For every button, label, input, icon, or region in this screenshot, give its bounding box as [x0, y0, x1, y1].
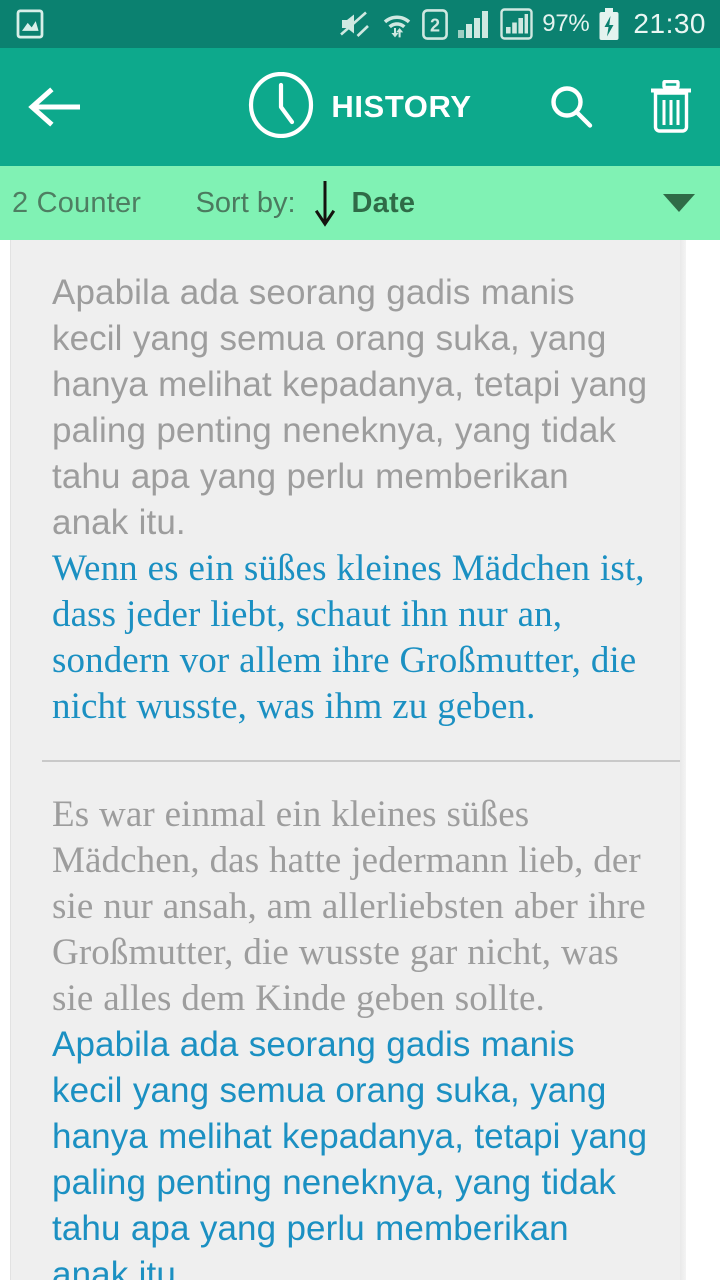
- mute-icon: [338, 9, 372, 39]
- battery-charging-icon: [598, 7, 620, 41]
- translated-text: Wenn es ein süßes kleines Mädchen ist, d…: [52, 548, 645, 727]
- back-button[interactable]: [26, 87, 90, 127]
- arrow-down-icon: [312, 179, 338, 227]
- sort-bar: 2 Counter Sort by: Date: [0, 166, 720, 240]
- translated-text: Apabila ada seorang gadis manis kecil ya…: [52, 1025, 648, 1280]
- clock-icon: [248, 71, 314, 143]
- history-list-surface: Apabila ada seorang gadis manis kecil ya…: [10, 240, 686, 1280]
- battery-percent-label: 97%: [542, 10, 590, 37]
- chevron-down-icon: [663, 194, 695, 212]
- back-arrow-icon: [28, 87, 80, 127]
- source-text: Apabila ada seorang gadis manis kecil ya…: [52, 273, 648, 542]
- sim2-icon: 2: [422, 8, 449, 40]
- page-title: HISTORY: [331, 89, 472, 124]
- list-scroll-edge: [680, 240, 686, 1280]
- sort-by-label: Sort by:: [195, 186, 296, 219]
- signal-bars-icon: [457, 9, 491, 39]
- sort-value-label: Date: [351, 186, 416, 219]
- history-screen: 2 97% 21:30 HISTORY 2 Counter Sort by: D…: [0, 0, 720, 1280]
- app-bar: HISTORY: [0, 48, 720, 166]
- wifi-transfer-icon: [381, 8, 413, 40]
- delete-button[interactable]: [648, 80, 694, 134]
- clock-label: 21:30: [633, 8, 706, 39]
- history-item[interactable]: Es war einmal ein kleines süßes Mädchen,…: [10, 762, 686, 1280]
- status-bar: 2 97% 21:30: [0, 0, 720, 48]
- source-text: Es war einmal ein kleines süßes Mädchen,…: [52, 794, 646, 1019]
- signal-boxed-icon: [500, 8, 533, 40]
- svg-text:2: 2: [430, 15, 440, 35]
- counter-label: 2 Counter: [12, 186, 142, 219]
- trash-icon: [651, 80, 691, 133]
- sort-dropdown-button[interactable]: [662, 192, 696, 214]
- search-icon: [551, 86, 593, 128]
- history-list[interactable]: Apabila ada seorang gadis manis kecil ya…: [0, 240, 720, 1280]
- search-button[interactable]: [546, 82, 596, 132]
- sort-selector[interactable]: Sort by: Date: [196, 179, 416, 227]
- history-item[interactable]: Apabila ada seorang gadis manis kecil ya…: [10, 240, 686, 734]
- image-icon: [16, 8, 44, 40]
